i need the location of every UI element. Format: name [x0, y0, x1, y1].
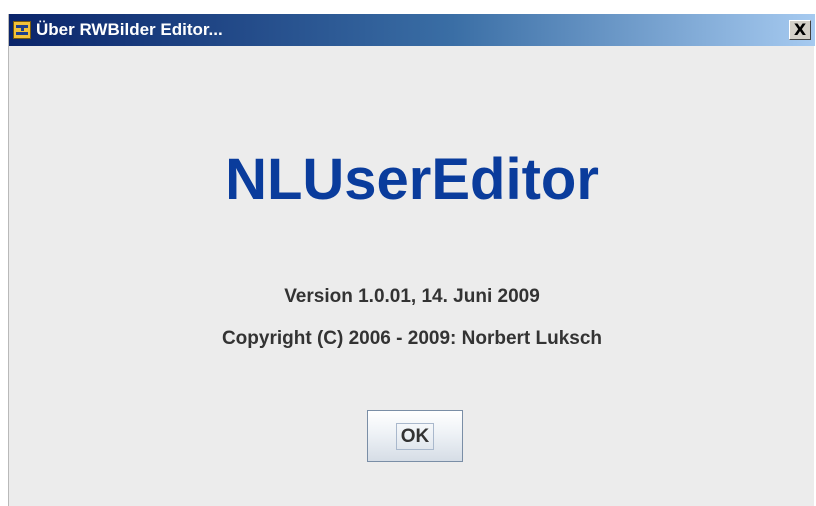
window-title: Über RWBilder Editor...: [36, 20, 223, 39]
copyright-text: Copyright (C) 2006 - 2009: Norbert Luksc…: [221, 328, 603, 349]
ok-button-label: OK: [400, 426, 430, 447]
ok-button[interactable]: OK: [367, 410, 463, 462]
app-icon: [13, 21, 31, 39]
app-name: NLUserEditor: [225, 147, 599, 212]
version-text: Version 1.0.01, 14. Juni 2009: [284, 286, 540, 307]
about-dialog: Über RWBilder Editor... X NLUserEditor V…: [8, 14, 815, 506]
close-button[interactable]: X: [789, 20, 811, 40]
title-bar[interactable]: Über RWBilder Editor... X: [9, 14, 815, 46]
